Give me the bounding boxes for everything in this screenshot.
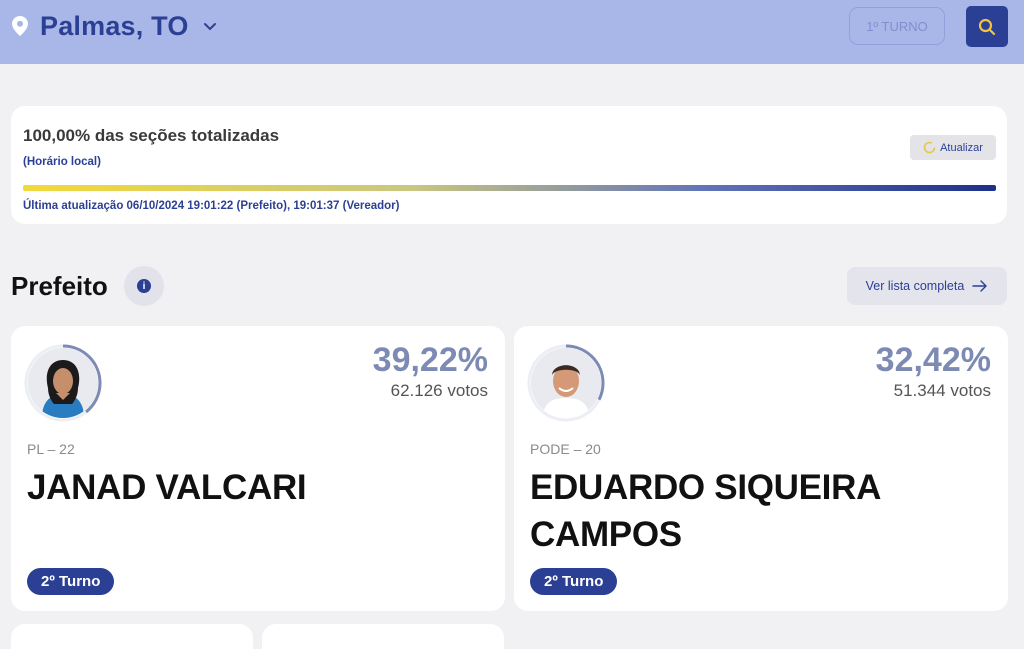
candidate-card[interactable]: 32,42% 51.344 votos PODE – 20 EDUARDO SI…: [514, 326, 1008, 611]
candidate-avatar: [526, 343, 606, 423]
turno-button[interactable]: 1º TURNO: [849, 7, 945, 45]
full-list-label: Ver lista completa: [865, 279, 965, 293]
candidate-name: JANAD VALCARI: [27, 468, 307, 507]
candidate-photo: [28, 348, 98, 418]
candidate-card-partial[interactable]: [11, 624, 253, 649]
search-button[interactable]: [966, 6, 1008, 47]
info-button[interactable]: i: [124, 266, 164, 306]
second-round-badge: 2º Turno: [27, 568, 115, 595]
refresh-label: Atualizar: [940, 141, 983, 154]
local-time-note: (Horário local): [23, 156, 101, 168]
info-icon: i: [137, 279, 151, 293]
totalization-status-card: 100,00% das seções totalizadas (Horário …: [11, 106, 1007, 224]
section-title: Prefeito: [11, 271, 108, 301]
vote-count: 51.344 votos: [893, 381, 991, 400]
candidate-card-partial[interactable]: [262, 624, 504, 649]
full-list-button[interactable]: Ver lista completa: [847, 267, 1007, 305]
totalization-title: 100,00% das seções totalizadas: [23, 126, 280, 145]
candidate-avatar: [23, 343, 103, 423]
candidate-name: EDUARDO SIQUEIRA CAMPOS: [530, 468, 880, 554]
candidate-card[interactable]: 39,22% 62.126 votos PL – 22 JANAD VALCAR…: [11, 326, 505, 611]
refresh-button[interactable]: Atualizar: [910, 135, 996, 160]
vote-percentage: 32,42%: [875, 341, 991, 379]
party-number: PL – 22: [27, 441, 75, 457]
second-round-badge: 2º Turno: [530, 568, 618, 595]
arrow-right-icon: [972, 280, 988, 292]
chevron-down-icon[interactable]: [203, 19, 217, 33]
candidate-photo: [531, 348, 601, 418]
top-header: Palmas, TO 1º TURNO: [0, 0, 1024, 64]
vote-percentage: 39,22%: [372, 341, 488, 379]
totalization-progress-bar: [23, 185, 996, 191]
party-number: PODE – 20: [530, 441, 601, 457]
location-title[interactable]: Palmas, TO: [40, 11, 189, 42]
search-icon: [978, 18, 996, 35]
vote-count: 62.126 votos: [390, 381, 488, 400]
last-update-text: Última atualização 06/10/2024 19:01:22 (…: [23, 200, 400, 212]
location-pin-icon: [12, 16, 28, 36]
refresh-icon: [923, 141, 936, 154]
